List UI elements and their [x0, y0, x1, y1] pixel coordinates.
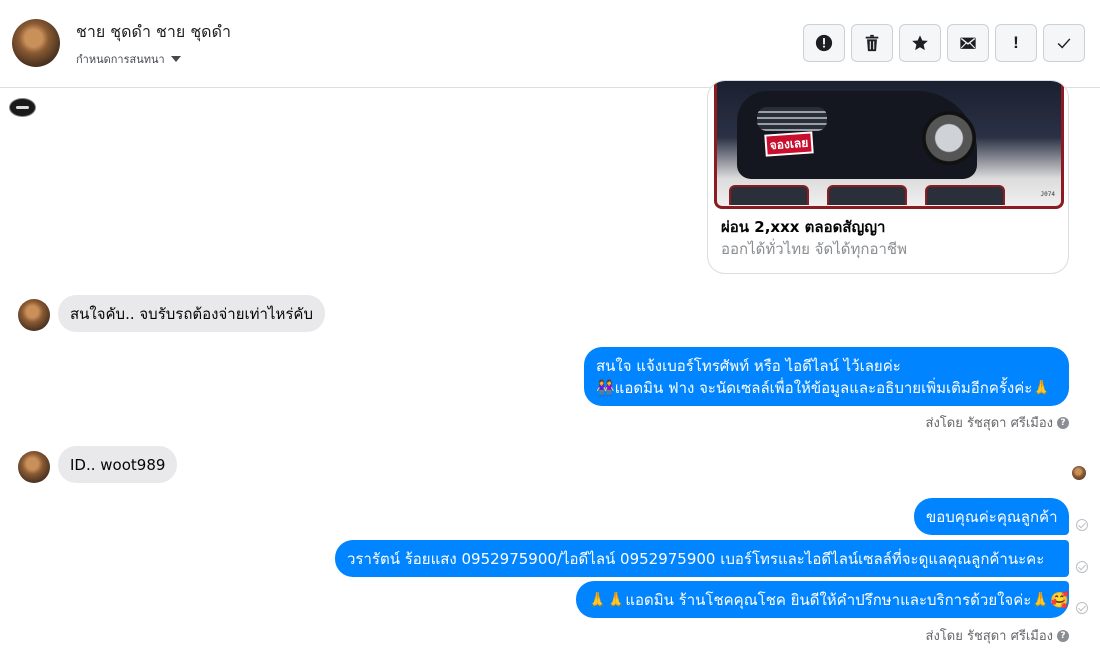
- delivered-check-icon: [1076, 519, 1088, 531]
- action-toolbar: !: [803, 24, 1085, 62]
- sent-by-text: ส่งโดย รัชสุดา ศรีเมือง: [925, 416, 1053, 431]
- delete-button[interactable]: [851, 24, 893, 62]
- seen-indicator-avatar: [1072, 466, 1086, 480]
- mark-done-button[interactable]: [1043, 24, 1085, 62]
- message-text: สนใจคับ.. จบรับรถต้องจ่ายเท่าไหร่คับ: [70, 304, 313, 323]
- photo-thumbnails: [723, 185, 1013, 206]
- schedule-label: กำหนดการสนทนา: [76, 53, 165, 66]
- outgoing-message[interactable]: ขอบคุณค่ะคุณลูกค้า: [914, 498, 1069, 535]
- attachment-title: ผ่อน 2,xxx ตลอดสัญญา: [721, 218, 886, 236]
- help-icon[interactable]: ?: [1057, 416, 1069, 429]
- report-button[interactable]: [803, 24, 845, 62]
- incoming-message[interactable]: ID.. woot989: [58, 446, 178, 483]
- incoming-message[interactable]: สนใจคับ.. จบรับรถต้องจ่ายเท่าไหร่คับ: [58, 295, 325, 332]
- sender-avatar[interactable]: [18, 451, 50, 483]
- outgoing-message[interactable]: วรารัตน์ ร้อยแสง 0952975900/ไอดีไลน์ 095…: [335, 540, 1069, 577]
- exclamation-icon: !: [1013, 33, 1019, 52]
- message-line: วรารัตน์ ร้อยแสง 0952975900/ไอดีไลน์ 095…: [347, 549, 1045, 568]
- trash-icon: [865, 34, 879, 52]
- sent-by-label: ส่งโดย รัชสุดา ศรีเมือง ?: [926, 625, 1069, 646]
- message-thread[interactable]: จองเลย J074 ผ่อน 2,xxx ตลอดสัญญา ออกได้ท…: [0, 80, 1100, 666]
- envelope-icon: [960, 37, 976, 49]
- link-attachment-card[interactable]: จองเลย J074 ผ่อน 2,xxx ตลอดสัญญา ออกได้ท…: [707, 80, 1069, 274]
- mark-unread-button[interactable]: [947, 24, 989, 62]
- schedule-dropdown[interactable]: กำหนดการสนทนา: [76, 50, 181, 68]
- outgoing-message[interactable]: สนใจ แจ้งเบอร์โทรศัพท์ หรือ ไอดีไลน์ ไว้…: [584, 347, 1069, 406]
- delivered-check-icon: [1076, 561, 1088, 573]
- spam-button[interactable]: !: [995, 24, 1037, 62]
- caret-down-icon: [170, 56, 181, 62]
- conversation-header: ชาย ชุดดำ ชาย ชุดดำ กำหนดการสนทนา !: [0, 0, 1100, 88]
- message-line: 👭แอดมิน ฟาง จะนัดเซลล์เพื่อให้ข้อมูลและอ…: [596, 378, 1051, 397]
- alert-icon: [815, 34, 833, 52]
- car-grille: [757, 107, 827, 131]
- contact-name[interactable]: ชาย ชุดดำ ชาย ชุดดำ: [76, 20, 231, 45]
- star-button[interactable]: [899, 24, 941, 62]
- contact-avatar[interactable]: [12, 19, 60, 67]
- delivered-check-icon: [1076, 602, 1088, 614]
- sent-by-label: ส่งโดย รัชสุดา ศรีเมือง ?: [926, 412, 1069, 433]
- help-icon[interactable]: ?: [1057, 629, 1069, 642]
- attachment-subtitle: ออกได้ทั่วไทย จัดได้ทุกอาชีพ: [721, 240, 907, 258]
- sent-by-text: ส่งโดย รัชสุดา ศรีเมือง: [925, 629, 1053, 644]
- checkmark-icon: [1057, 38, 1071, 49]
- message-text: ID.. woot989: [70, 455, 166, 474]
- sender-avatar[interactable]: [18, 299, 50, 331]
- booking-sticker: จองเลย: [764, 131, 814, 157]
- outgoing-message[interactable]: 🙏🙏แอดมิน ร้านโชคคุณโชค ยินดีให้คำปรึกษาแ…: [576, 581, 1069, 618]
- car-wheel: [922, 111, 976, 165]
- message-line: 🙏🙏แอดมิน ร้านโชคคุณโชค ยินดีให้คำปรึกษาแ…: [588, 590, 1069, 609]
- photo-tag: J074: [1040, 191, 1055, 198]
- star-icon: [912, 35, 928, 51]
- message-line: ขอบคุณค่ะคุณลูกค้า: [926, 507, 1058, 526]
- page-logo-icon: [9, 98, 36, 117]
- car-photo: จองเลย J074: [714, 81, 1064, 209]
- message-line: สนใจ แจ้งเบอร์โทรศัพท์ หรือ ไอดีไลน์ ไว้…: [596, 356, 901, 375]
